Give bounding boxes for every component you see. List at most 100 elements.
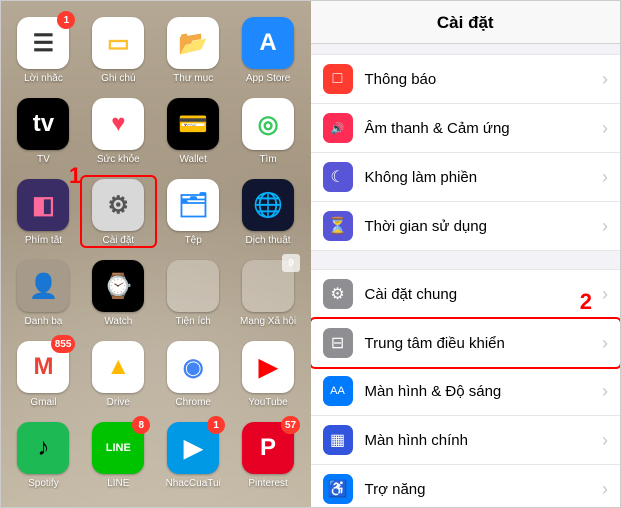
app-icon[interactable] [167, 260, 219, 312]
app-label: Cài đặt [102, 235, 134, 246]
app-label: Watch [104, 316, 132, 327]
app-mạng-xã-hội[interactable]: 9 Mạng Xã hội [234, 260, 303, 327]
app-icon[interactable]: 👤 [17, 260, 69, 312]
app-label: Tệp [185, 235, 202, 246]
settings-row-tr-n-ng[interactable]: ♿Trợ năng› [311, 465, 620, 507]
app-label: Thư mục [173, 73, 213, 84]
app-cài-đặt[interactable]: ⚙ Cài đặt [84, 179, 153, 246]
notification-badge: 9 [282, 254, 300, 272]
app-tv[interactable]: tv TV [9, 98, 78, 165]
app-label: Tiện ích [176, 316, 211, 327]
settings-row-label: Trung tâm điều khiển [365, 335, 602, 352]
app-sức-khỏe[interactable]: ♥ Sức khỏe [84, 98, 153, 165]
settings-row-icon: ⚙ [323, 279, 353, 309]
app-spotify[interactable]: ♪ Spotify [9, 422, 78, 489]
settings-row-m-n-h-nh-s-ng[interactable]: AAMàn hình & Độ sáng› [311, 367, 620, 416]
app-icon[interactable]: 9 [242, 260, 294, 312]
app-icon[interactable]: ⚙ [92, 179, 144, 231]
settings-row-label: Thông báo [365, 71, 602, 88]
app-tìm[interactable]: ◎Tìm [234, 98, 303, 165]
app-label: Danh bạ [25, 316, 63, 327]
app-icon[interactable]: A [242, 17, 294, 69]
app-icon[interactable]: ♪ [17, 422, 69, 474]
app-phím-tắt[interactable]: ◧Phím tắt [9, 179, 78, 246]
app-icon[interactable]: M855 [17, 341, 69, 393]
chevron-right-icon: › [602, 69, 608, 90]
home-screen: 1 ☰1 Lời nhắc ▭Ghi chú 📂 Thư mục AApp Store tv… [1, 1, 311, 507]
settings-row-label: Âm thanh & Cảm ứng [365, 120, 602, 137]
app-icon[interactable]: ⌚ [92, 260, 144, 312]
settings-list[interactable]: □Thông báo›🔊Âm thanh & Cảm ứng›☾Không là… [311, 44, 620, 507]
notification-badge: 8 [132, 416, 150, 434]
app-icon[interactable]: ▲ [92, 341, 144, 393]
app-watch[interactable]: ⌚ Watch [84, 260, 153, 327]
settings-row-icon: AA [323, 376, 353, 406]
app-danh-bạ[interactable]: 👤 Danh bạ [9, 260, 78, 327]
app-label: Pinterest [248, 478, 287, 489]
settings-row-trung-t-m-i-u-khi-n[interactable]: ⊟Trung tâm điều khiển›2 [311, 317, 620, 369]
settings-row-icon: ⏳ [323, 211, 353, 241]
app-icon[interactable]: 💳 [167, 98, 219, 150]
app-ghi-chú[interactable]: ▭Ghi chú [84, 17, 153, 84]
app-label: Spotify [28, 478, 59, 489]
settings-row-icon: 🔊 [323, 113, 353, 143]
app-app-store[interactable]: AApp Store [234, 17, 303, 84]
notification-badge: 855 [51, 335, 76, 353]
callout-2: 2 [580, 289, 592, 315]
chevron-right-icon: › [602, 167, 608, 188]
app-label: Drive [107, 397, 130, 408]
notification-badge: 57 [281, 416, 300, 434]
app-icon[interactable]: 🌐 [242, 179, 294, 231]
settings-row-th-i-gian-s-d-ng[interactable]: ⏳Thời gian sử dụng› [311, 202, 620, 250]
app-icon[interactable]: ▶1 [167, 422, 219, 474]
notification-badge: 1 [207, 416, 225, 434]
settings-title: Cài đặt [311, 1, 620, 44]
app-lời-nhắc[interactable]: ☰1 Lời nhắc [9, 17, 78, 84]
app-nhaccuatui[interactable]: ▶1 NhacCuaTui [159, 422, 228, 489]
settings-row-icon: ▦ [323, 425, 353, 455]
settings-row-m-n-h-nh-ch-nh[interactable]: ▦Màn hình chính› [311, 416, 620, 465]
settings-row-c-i-t-chung[interactable]: ⚙Cài đặt chung› [311, 270, 620, 319]
app-dịch-thuật[interactable]: 🌐Dịch thuật [234, 179, 303, 246]
settings-row--m-thanh-c-m-ng[interactable]: 🔊 Âm thanh & Cảm ứng› [311, 104, 620, 153]
app-icon[interactable]: ◉ [167, 341, 219, 393]
app-label: TV [37, 154, 50, 165]
app-youtube[interactable]: ▶ YouTube [234, 341, 303, 408]
app-icon[interactable]: 🗂 [167, 179, 219, 231]
app-icon[interactable]: LINE8 [92, 422, 144, 474]
app-chrome[interactable]: ◉Chrome [159, 341, 228, 408]
app-icon[interactable]: ▶ [242, 341, 294, 393]
app-line[interactable]: LINE8LINE [84, 422, 153, 489]
app-icon[interactable]: P57 [242, 422, 294, 474]
chevron-right-icon: › [602, 479, 608, 500]
app-icon[interactable]: ◎ [242, 98, 294, 150]
app-thư-mục[interactable]: 📂 Thư mục [159, 17, 228, 84]
chevron-right-icon: › [602, 381, 608, 402]
app-icon[interactable]: tv [17, 98, 69, 150]
app-tiện-ích[interactable]: Tiện ích [159, 260, 228, 327]
app-icon[interactable]: ☰1 [17, 17, 69, 69]
settings-row-label: Cài đặt chung [365, 286, 602, 303]
app-label: Gmail [30, 397, 56, 408]
settings-group: □Thông báo›🔊Âm thanh & Cảm ứng›☾Không là… [311, 54, 620, 251]
settings-row-th-ng-b-o[interactable]: □Thông báo› [311, 55, 620, 104]
app-icon[interactable]: ◧ [17, 179, 69, 231]
app-gmail[interactable]: M855 Gmail [9, 341, 78, 408]
app-label: Mạng Xã hội [240, 316, 296, 327]
app-icon[interactable]: ♥ [92, 98, 144, 150]
app-label: Sức khỏe [97, 154, 140, 165]
settings-row-kh-ng-l-m-phi-n[interactable]: ☾Không làm phiền› [311, 153, 620, 202]
notification-badge: 1 [57, 11, 75, 29]
app-label: Lời nhắc [24, 73, 63, 84]
app-drive[interactable]: ▲ Drive [84, 341, 153, 408]
app-wallet[interactable]: 💳Wallet [159, 98, 228, 165]
app-pinterest[interactable]: P57 Pinterest [234, 422, 303, 489]
settings-row-icon: ♿ [323, 474, 353, 504]
app-tệp[interactable]: 🗂 Tệp [159, 179, 228, 246]
app-label: YouTube [248, 397, 287, 408]
settings-row-label: Thời gian sử dụng [365, 218, 602, 235]
app-icon[interactable]: ▭ [92, 17, 144, 69]
app-label: NhacCuaTui [166, 478, 221, 489]
app-icon[interactable]: 📂 [167, 17, 219, 69]
chevron-right-icon: › [602, 118, 608, 139]
